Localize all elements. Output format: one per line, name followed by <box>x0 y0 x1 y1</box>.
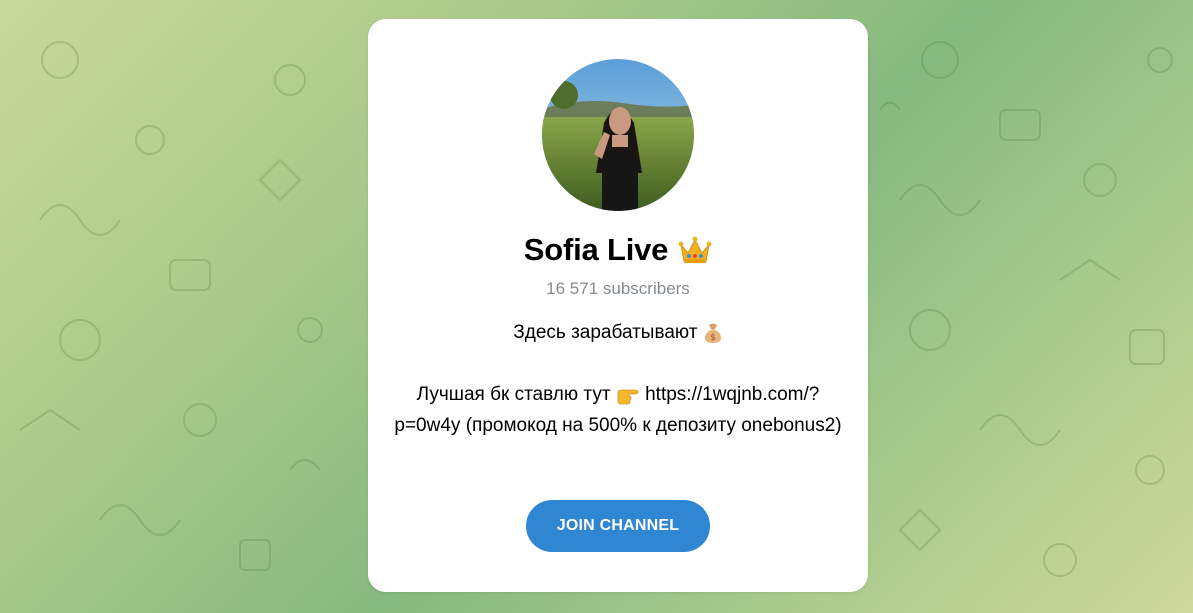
crown-icon <box>678 236 712 263</box>
svg-text:$: $ <box>710 333 716 343</box>
channel-description: Здесь зарабатывают $ Лучшая бк ставлю ту… <box>388 317 848 441</box>
money-bag-icon: $ <box>704 323 721 343</box>
channel-name: Sofia Live <box>523 232 669 267</box>
channel-title-row: Sofia Live <box>368 230 868 270</box>
pointing-right-icon <box>617 389 639 405</box>
description-line-1: Здесь зарабатывают $ <box>388 317 848 348</box>
channel-card: Sofia Live 16 571 subscribers Здесь зара… <box>368 19 868 592</box>
avatar-photo-icon <box>542 59 694 211</box>
join-channel-button[interactable]: JOIN CHANNEL <box>526 500 710 552</box>
description-line-2: Лучшая бк ставлю тут https://1wqjnb.com/… <box>394 384 842 436</box>
subscriber-count: 16 571 subscribers <box>546 279 690 298</box>
channel-avatar[interactable] <box>542 59 694 211</box>
